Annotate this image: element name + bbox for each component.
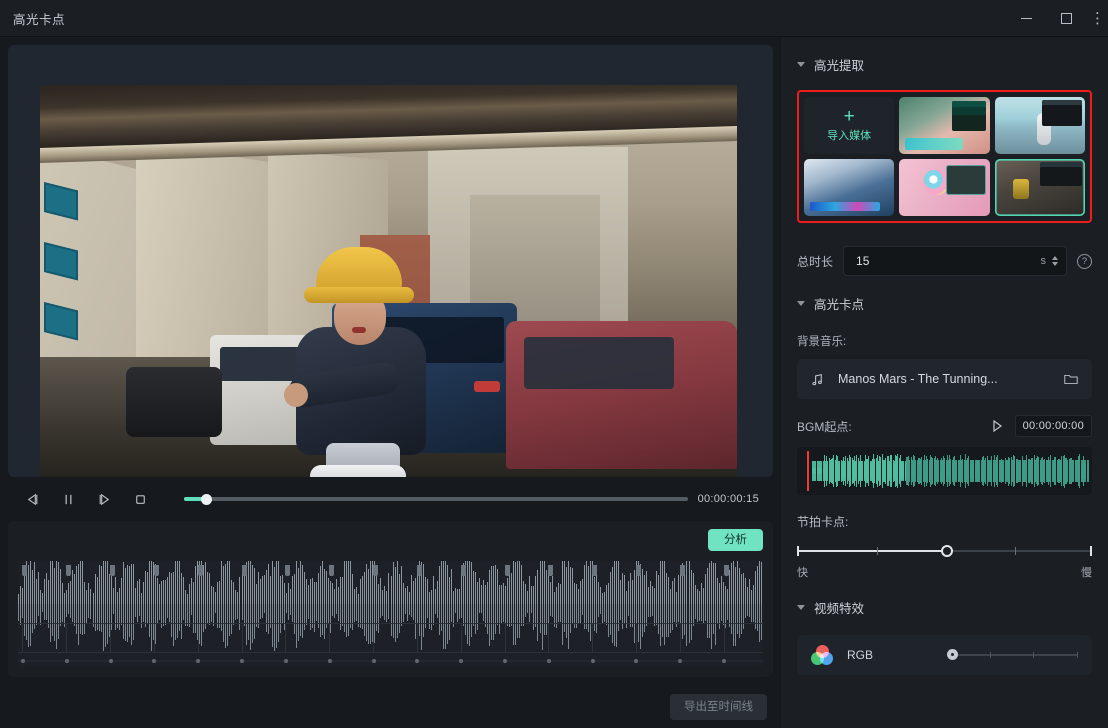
total-duration-value[interactable]: 15 [856,254,1034,268]
beat-slider-min-label: 快 [797,567,808,579]
chevron-down-icon [797,300,805,306]
beat-slider-fill [797,550,948,552]
section-title: 高光卡点 [814,297,865,312]
title-bar: 高光卡点 ⋮ [0,0,1108,37]
close-icon: ⋮ [1090,10,1105,27]
analyze-button[interactable]: 分析 [708,529,763,551]
music-note-icon [812,373,822,385]
export-bar: 导出至时间线 [8,685,773,728]
effect-slider-rgb[interactable] [947,648,1078,662]
stepper-up-icon[interactable] [1052,256,1058,260]
beat-slider[interactable] [797,544,1092,560]
media-grid-container: + 导入媒体 [797,90,1092,223]
beat-section-label: 节拍卡点: [797,515,849,529]
media-grid: + 导入媒体 [804,97,1085,216]
section-highlight-beat-header[interactable]: 高光卡点 [797,287,1092,319]
music-name: Manos Mars - The Tunning... [838,372,998,386]
bgm-waveform[interactable] [797,447,1092,495]
bgm-start-row: BGM起点: 00:00:00:00 [797,415,1092,437]
chevron-down-icon [797,604,805,610]
chevron-down-icon [797,61,805,67]
scene-car-black [126,367,222,437]
stepper-down-icon[interactable] [1052,262,1058,266]
pause-button[interactable] [50,483,86,515]
thumbnail-1[interactable] [899,97,990,154]
total-duration-row: 总时长 15 s ? [797,246,1092,276]
scene-car-red [506,321,737,469]
section-title: 高光提取 [814,58,865,73]
export-to-timeline-button[interactable]: 导出至时间线 [670,693,767,720]
waveform-area[interactable] [18,561,763,667]
window-controls: ⋮ [1006,0,1108,36]
right-panel: 高光提取 + 导入媒体 总时长 15 s ? 高光卡点 背景音乐: Manos … [781,37,1108,728]
thumbnail-3[interactable] [804,159,895,216]
beat-slider-max-label: 慢 [1081,567,1092,579]
beat-marker-strip [18,657,763,667]
bgm-start-timecode[interactable]: 00:00:00:00 [1014,415,1092,437]
analyze-row: 分析 [18,529,763,553]
plus-icon: + [843,105,855,127]
seek-thumb[interactable] [201,493,213,505]
folder-icon[interactable] [1063,372,1079,386]
next-frame-button[interactable] [86,483,122,515]
effect-slider-thumb[interactable] [947,649,958,660]
play-icon[interactable] [989,418,1005,434]
duration-stepper[interactable] [1052,256,1058,266]
video-frame [40,85,737,477]
section-title: 视频特效 [814,601,865,616]
rgb-icon [811,645,833,665]
minimize-icon [1020,18,1032,19]
section-highlight-extract-header[interactable]: 高光提取 [797,48,1092,80]
section-video-effects-header[interactable]: 视频特效 [797,591,1092,623]
help-icon[interactable]: ? [1077,253,1092,269]
right-panel-inner: 高光提取 + 导入媒体 总时长 15 s ? 高光卡点 背景音乐: Manos … [781,37,1108,728]
scene-person [272,247,444,477]
effect-row-rgb[interactable]: RGB [797,635,1092,675]
beat-slider-thumb[interactable] [941,545,954,557]
prev-frame-button[interactable] [14,483,50,515]
thumbnail-5[interactable] [994,159,1085,216]
total-duration-unit: s [1040,255,1047,267]
bgm-start-label: BGM起点: [797,419,852,434]
audio-timeline-panel: 分析 [8,521,773,677]
total-duration-input[interactable]: 15 s [843,246,1067,276]
close-button[interactable]: ⋮ [1086,0,1108,37]
minimize-button[interactable] [1006,0,1046,37]
thumbnail-4[interactable] [899,159,990,216]
import-media-tile[interactable]: + 导入媒体 [804,97,895,154]
stop-button[interactable] [122,483,158,515]
seek-bar[interactable] [184,493,688,505]
app-root: 高光卡点 ⋮ 00:00:00:15 分析 导出至时间线 高光提取 + 导入媒体… [0,0,1108,728]
left-column: 00:00:00:15 分析 导出至时间线 [0,37,781,728]
video-preview [8,45,773,477]
bgm-playhead[interactable] [807,451,809,491]
effect-slider-track [947,654,1078,656]
main-body: 00:00:00:15 分析 导出至时间线 高光提取 + 导入媒体 总时长 15… [0,37,1108,728]
transport-bar: 00:00:00:15 [8,477,773,521]
effect-name: RGB [847,648,874,662]
bgm-section-label: 背景音乐: [797,336,847,348]
import-media-label: 导入媒体 [827,129,872,142]
preview-timecode: 00:00:00:15 [697,493,759,505]
background-music-row[interactable]: Manos Mars - The Tunning... [797,359,1092,399]
thumbnail-2[interactable] [994,97,1085,154]
window-title: 高光卡点 [13,12,66,27]
maximize-icon [1060,13,1072,24]
maximize-button[interactable] [1046,0,1086,37]
video-scene [40,85,737,477]
beat-slider-labels: 快 慢 [797,564,1092,580]
total-duration-label: 总时长 [797,254,834,269]
timeline-ruler [18,623,763,653]
